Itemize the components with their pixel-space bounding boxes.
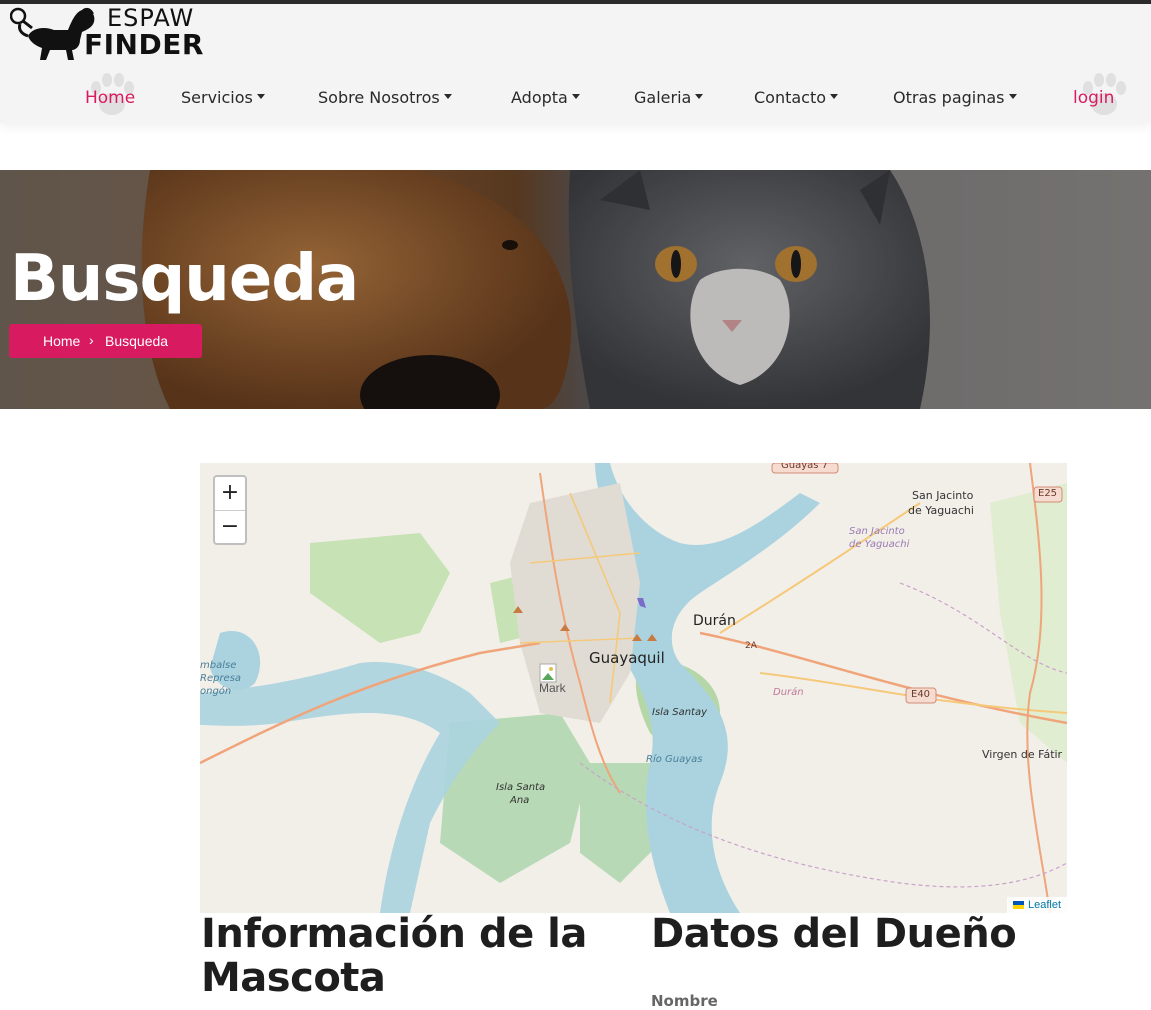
map-shield-e40: E40	[911, 689, 931, 700]
map-label-san-jacinto-2: de Yaguachi	[908, 504, 974, 517]
ukraine-flag-icon	[1012, 901, 1024, 910]
nav-login[interactable]: login	[1073, 88, 1114, 108]
map-label-embalse-2: Represa	[200, 673, 242, 684]
caret-down-icon	[571, 94, 580, 99]
zoom-control: + −	[213, 475, 247, 545]
logo-text-bottom: FINDER	[84, 28, 204, 61]
map-label-duran: Durán	[693, 613, 736, 629]
map-label-2a: 2A	[745, 641, 757, 651]
map-label-duran-river: Durán	[773, 687, 804, 698]
nav-contacto-label: Contacto	[754, 88, 827, 107]
map-shield-e25: E25	[1038, 488, 1058, 499]
nav-home[interactable]: Home	[85, 88, 135, 108]
map-label-isla-santa-1: Isla Santa	[496, 782, 546, 793]
map-tiles	[200, 463, 1067, 913]
nav-servicios-label: Servicios	[181, 88, 253, 107]
caret-down-icon	[830, 94, 839, 99]
breadcrumb-separator-icon: ›	[89, 332, 94, 348]
zoom-in-button[interactable]: +	[215, 477, 245, 511]
nav-sobre-nosotros[interactable]: Sobre Nosotros	[318, 88, 452, 107]
map-label-virgen: Virgen de Fátir	[982, 748, 1063, 761]
nav-galeria-label: Galeria	[634, 88, 692, 107]
breadcrumb-current: Busqueda	[105, 333, 169, 349]
map-label-sj-italic-2: de Yaguachi	[849, 539, 910, 550]
page-title: Busqueda	[10, 242, 359, 316]
nav-otras-paginas[interactable]: Otras paginas	[893, 88, 1017, 107]
map-label-guayaquil: Guayaquil	[589, 649, 665, 667]
nav-servicios[interactable]: Servicios	[181, 88, 265, 107]
caret-down-icon	[256, 94, 265, 99]
nav-contacto[interactable]: Contacto	[754, 88, 839, 107]
map-label-isla-santa-2: Ana	[510, 795, 530, 806]
map-label-rio-guayas: Río Guayas	[646, 754, 703, 765]
zoom-out-button[interactable]: −	[215, 511, 245, 544]
caret-down-icon	[695, 94, 704, 99]
map-label-san-jacinto-1: San Jacinto	[912, 489, 974, 502]
heading-dueno: Datos del Dueño	[651, 911, 1017, 957]
map-label-embalse-1: mbalse	[200, 660, 237, 671]
nav-adopta-label: Adopta	[511, 88, 568, 107]
map-shield-guayas7: Guayas 7	[781, 463, 829, 471]
breadcrumb-home-link[interactable]: Home	[43, 333, 80, 349]
heading-mascota: Información de la Mascota	[201, 911, 587, 1001]
map-label-isla-santay: Isla Santay	[652, 707, 708, 718]
map-label-embalse-3: ongón	[200, 686, 232, 697]
nav-galeria[interactable]: Galeria	[634, 88, 704, 107]
map-marker-alt: Mark	[539, 681, 566, 695]
nav-adopta[interactable]: Adopta	[511, 88, 580, 107]
nav-sobre-nosotros-label: Sobre Nosotros	[318, 88, 440, 107]
main-nav: Home Servicios Sobre Nosotros Adopta Gal…	[0, 88, 1151, 118]
breadcrumb: Home › Busqueda	[9, 324, 202, 358]
caret-down-icon	[443, 94, 452, 99]
caret-down-icon	[1008, 94, 1017, 99]
nav-otras-paginas-label: Otras paginas	[893, 88, 1005, 107]
site-logo[interactable]: ESPAW FINDER	[10, 4, 210, 66]
page-hero: Busqueda Home › Busqueda	[0, 170, 1151, 409]
navbar: ESPAW FINDER Home Servicios Sobre Nosotr…	[0, 4, 1151, 123]
location-map[interactable]: Guayaquil Durán Durán San Jacinto de Yag…	[200, 463, 1067, 913]
map-label-sj-italic-1: San Jacinto	[849, 526, 905, 537]
leaflet-link[interactable]: Leaflet	[1028, 899, 1061, 911]
label-nombre: Nombre	[651, 992, 718, 1010]
